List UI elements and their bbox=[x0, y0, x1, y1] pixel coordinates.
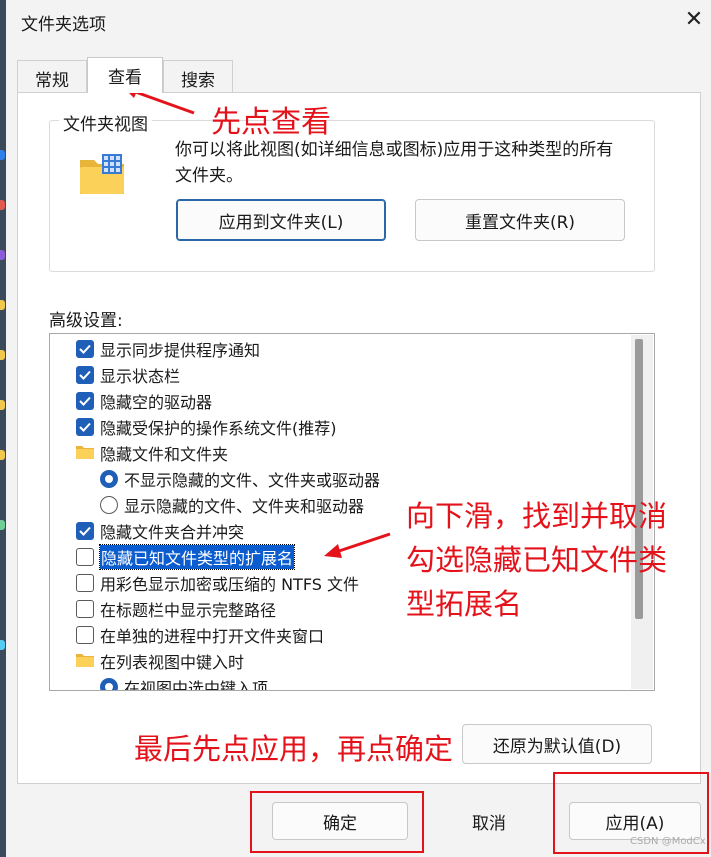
checkbox-checked-icon[interactable] bbox=[76, 392, 94, 410]
annotation-step2-line3: 型拓展名 bbox=[406, 587, 523, 621]
folder-views-description: 你可以将此视图(如详细信息或图标)应用于这种类型的所有 文件夹。 bbox=[175, 137, 613, 189]
radio-selected-icon[interactable] bbox=[100, 678, 118, 690]
desktop-icon-fragment bbox=[0, 520, 5, 530]
desktop-icon-fragment bbox=[0, 400, 5, 410]
checkbox-checked-icon[interactable] bbox=[76, 340, 94, 358]
list-item-label: 显示状态栏 bbox=[100, 367, 181, 386]
desktop-icon-fragment bbox=[0, 300, 5, 310]
advanced-settings-title: 高级设置: bbox=[49, 311, 123, 331]
list-item-label: 显示隐藏的文件、文件夹和驱动器 bbox=[124, 497, 365, 516]
list-item-label-selected: 隐藏已知文件类型的扩展名 bbox=[98, 544, 296, 570]
list-item-select-typed-item[interactable]: 在视图中选中键入项 bbox=[76, 674, 626, 691]
list-item-show-status-bar[interactable]: 显示状态栏 bbox=[76, 362, 626, 388]
tab-view[interactable]: 查看 bbox=[87, 57, 163, 93]
desktop-icon-fragment bbox=[0, 150, 5, 160]
desktop-icon-fragment bbox=[0, 200, 5, 210]
apply-to-folders-button[interactable]: 应用到文件夹(L) bbox=[176, 199, 386, 241]
list-item-label: 隐藏空的驱动器 bbox=[100, 393, 213, 412]
annotation-step3: 最后先点应用，再点确定 bbox=[134, 732, 454, 766]
checkbox-unchecked-icon[interactable] bbox=[76, 574, 94, 592]
desktop-icon-fragment bbox=[0, 640, 5, 650]
checkbox-unchecked-icon[interactable] bbox=[76, 626, 94, 644]
desktop-icon-fragment bbox=[0, 450, 5, 460]
annotation-box-ok bbox=[250, 791, 424, 853]
list-item-label: 不显示隐藏的文件、文件夹或驱动器 bbox=[124, 471, 381, 490]
checkbox-checked-icon[interactable] bbox=[76, 522, 94, 540]
reset-folders-button[interactable]: 重置文件夹(R) bbox=[415, 199, 625, 241]
list-item-label: 在标题栏中显示完整路径 bbox=[100, 601, 277, 620]
list-item-label: 隐藏受保护的操作系统文件(推荐) bbox=[100, 419, 337, 438]
list-item-show-sync-notifications[interactable]: 显示同步提供程序通知 bbox=[76, 336, 626, 362]
annotation-box-apply bbox=[553, 772, 709, 854]
list-item-label: 隐藏文件夹合并冲突 bbox=[100, 523, 245, 542]
folder-view-icon bbox=[78, 152, 126, 200]
checkbox-unchecked-icon[interactable] bbox=[76, 548, 94, 566]
tab-general-label: 常规 bbox=[35, 71, 69, 91]
list-item-hide-protected-os-files[interactable]: 隐藏受保护的操作系统文件(推荐) bbox=[76, 414, 626, 440]
restore-defaults-button[interactable]: 还原为默认值(D) bbox=[462, 724, 652, 764]
tab-view-label: 查看 bbox=[108, 68, 142, 88]
annotation-step2: 向下滑，找到并取消 勾选隐藏已知文件类 型拓展名 bbox=[406, 494, 667, 626]
radio-selected-icon[interactable] bbox=[100, 470, 118, 488]
annotation-step2-line2: 勾选隐藏已知文件类 bbox=[406, 543, 668, 577]
folder-icon bbox=[76, 444, 94, 463]
list-group-label: 在列表视图中键入时 bbox=[100, 653, 245, 672]
folder-views-description-line2: 文件夹。 bbox=[175, 166, 243, 186]
list-item-label: 在视图中选中键入项 bbox=[124, 679, 269, 691]
folder-icon bbox=[76, 652, 94, 671]
list-item-label: 显示同步提供程序通知 bbox=[100, 341, 261, 360]
desktop-icon-fragment bbox=[0, 250, 5, 260]
checkbox-checked-icon[interactable] bbox=[76, 366, 94, 384]
desktop-icon-fragment bbox=[0, 350, 5, 360]
list-item-label: 在单独的进程中打开文件夹窗口 bbox=[100, 627, 325, 646]
checkbox-checked-icon[interactable] bbox=[76, 418, 94, 436]
tab-general[interactable]: 常规 bbox=[17, 60, 87, 92]
annotation-arrow-2 bbox=[322, 530, 394, 564]
cancel-button[interactable]: 取消 bbox=[421, 802, 557, 840]
annotation-step1: 先点查看 bbox=[211, 105, 331, 140]
annotation-step2-line1: 向下滑，找到并取消 bbox=[406, 499, 668, 533]
list-group-typing-in-list-view: 在列表视图中键入时 bbox=[76, 648, 626, 674]
list-item-dont-show-hidden[interactable]: 不显示隐藏的文件、文件夹或驱动器 bbox=[76, 466, 626, 492]
close-icon[interactable]: ✕ bbox=[680, 6, 708, 34]
list-group-hidden-files-and-folders: 隐藏文件和文件夹 bbox=[76, 440, 626, 466]
radio-unselected-icon[interactable] bbox=[100, 496, 118, 514]
window-title: 文件夹选项 bbox=[21, 15, 106, 35]
list-group-label: 隐藏文件和文件夹 bbox=[100, 445, 229, 464]
list-item-hide-empty-drives[interactable]: 隐藏空的驱动器 bbox=[76, 388, 626, 414]
checkbox-unchecked-icon[interactable] bbox=[76, 600, 94, 618]
list-item-label: 用彩色显示加密或压缩的 NTFS 文件 bbox=[100, 575, 359, 594]
